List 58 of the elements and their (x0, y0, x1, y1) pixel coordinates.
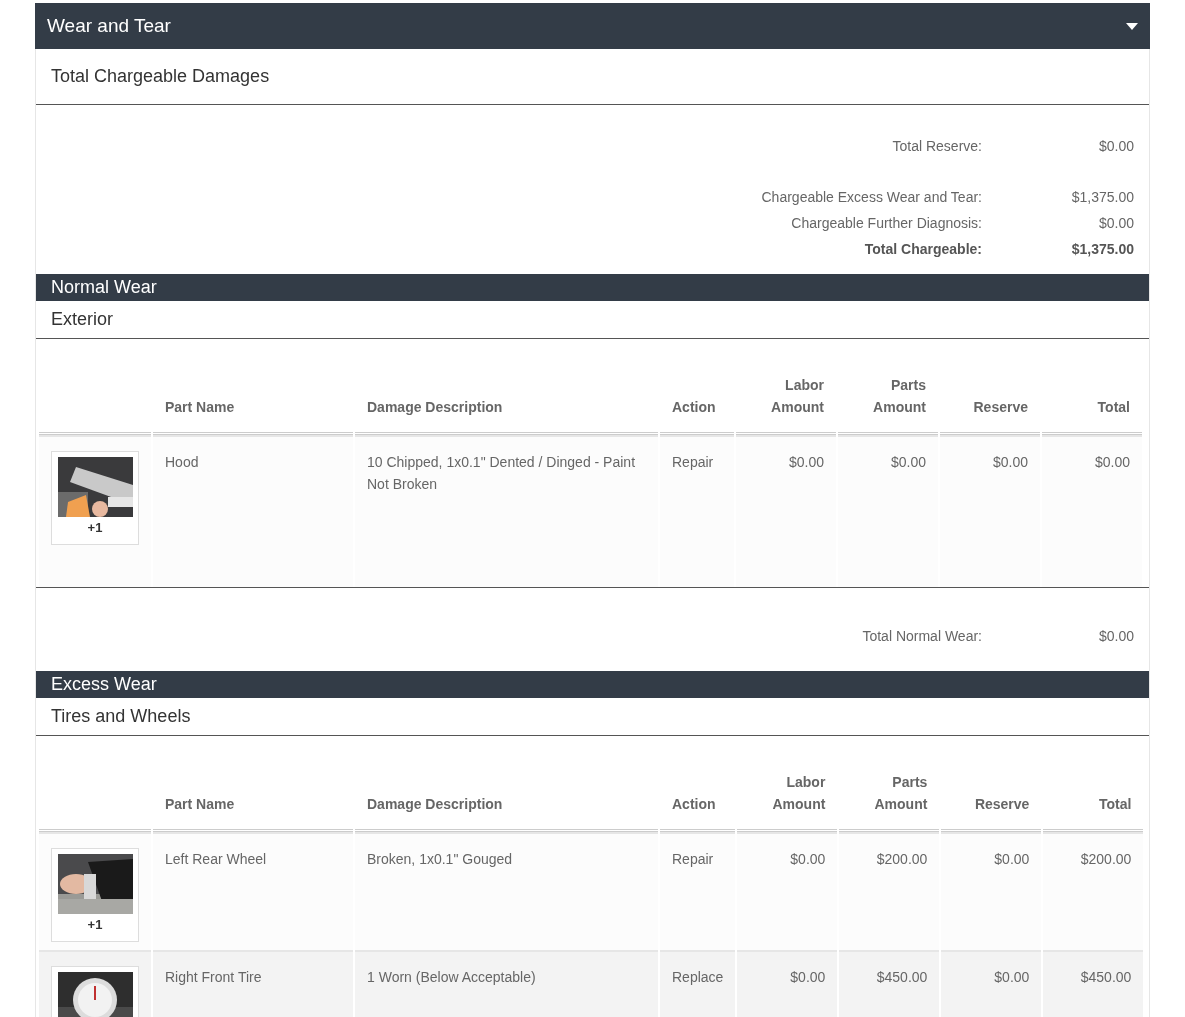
column-header: Reserve (973, 398, 1028, 417)
table-cell: $0.00 (790, 969, 826, 985)
table-cell: Left Rear Wheel (165, 851, 267, 867)
footer-value: $0.00 (1097, 627, 1134, 646)
table-cell: $450.00 (876, 969, 928, 985)
table-cell: $0.00 (1094, 454, 1130, 470)
table-cell: $0.00 (788, 454, 824, 470)
table-cell: 1 Worn (Below Acceptable) (367, 969, 536, 985)
summary-value: $0.00 (1097, 136, 1134, 156)
panel-header[interactable]: Wear and Tear (35, 3, 1150, 49)
panel-title: Wear and Tear (47, 13, 171, 38)
column-header: Parts Amount (872, 376, 926, 417)
table-cell: $200.00 (876, 851, 928, 867)
table-cell: Replace (672, 969, 724, 985)
column-header: Labor Amount (770, 376, 824, 417)
group-title: Tires and Wheels (51, 705, 191, 728)
table-cell: $0.00 (790, 851, 826, 867)
summary-value: $0.00 (1097, 213, 1134, 233)
table-cell: Repair (672, 454, 714, 470)
table-cell: $0.00 (994, 969, 1030, 985)
summary-label: Chargeable Further Diagnosis: (791, 213, 982, 233)
table-cell: 10 Chipped, 1x0.1" Dented / Dinged - Paint Not Broken (367, 454, 636, 492)
column-header: Parts Amount (873, 773, 928, 814)
column-header: Total (1097, 398, 1130, 417)
caret-down-icon[interactable] (1126, 22, 1138, 30)
column-header: Total (1098, 795, 1132, 814)
summary-value: $1,375.00 (1070, 187, 1134, 207)
summary-label: Chargeable Excess Wear and Tear: (761, 187, 982, 207)
photo-thumbnail[interactable]: +1 (51, 451, 139, 545)
summary-value: $1,375.00 (1070, 239, 1134, 259)
section-title: Normal Wear (51, 276, 157, 299)
summary-title: Total Chargeable Damages (51, 65, 270, 88)
table-cell: $450.00 (1080, 969, 1132, 985)
table-cell: Right Front Tire (165, 969, 262, 985)
table-cell: $0.00 (890, 454, 926, 470)
column-header: Part Name (165, 795, 235, 814)
summary-label: Total Chargeable: (864, 239, 982, 259)
column-header: Damage Description (367, 398, 503, 417)
summary-label: Total Reserve: (892, 136, 982, 156)
table-cell: Hood (165, 454, 199, 470)
photo-thumbnail[interactable]: +1 (51, 848, 139, 942)
table-cell: $0.00 (992, 454, 1028, 470)
column-header: Part Name (165, 398, 235, 417)
group-title: Exterior (51, 308, 113, 331)
table-cell: Broken, 1x0.1" Gouged (367, 851, 513, 867)
photo-count: +1 (87, 519, 103, 537)
column-header: Action (672, 795, 716, 814)
table-cell: $200.00 (1080, 851, 1132, 867)
photo-thumbnail[interactable] (51, 966, 139, 1017)
column-header: Reserve (974, 795, 1030, 814)
photo-count: +1 (87, 916, 103, 934)
column-header: Labor Amount (771, 773, 826, 814)
column-header: Damage Description (367, 795, 503, 814)
section-title: Excess Wear (51, 673, 157, 696)
table-cell: Repair (672, 851, 714, 867)
table-cell: $0.00 (994, 851, 1030, 867)
column-header: Action (672, 398, 716, 417)
footer-label: Total Normal Wear: (862, 627, 982, 646)
